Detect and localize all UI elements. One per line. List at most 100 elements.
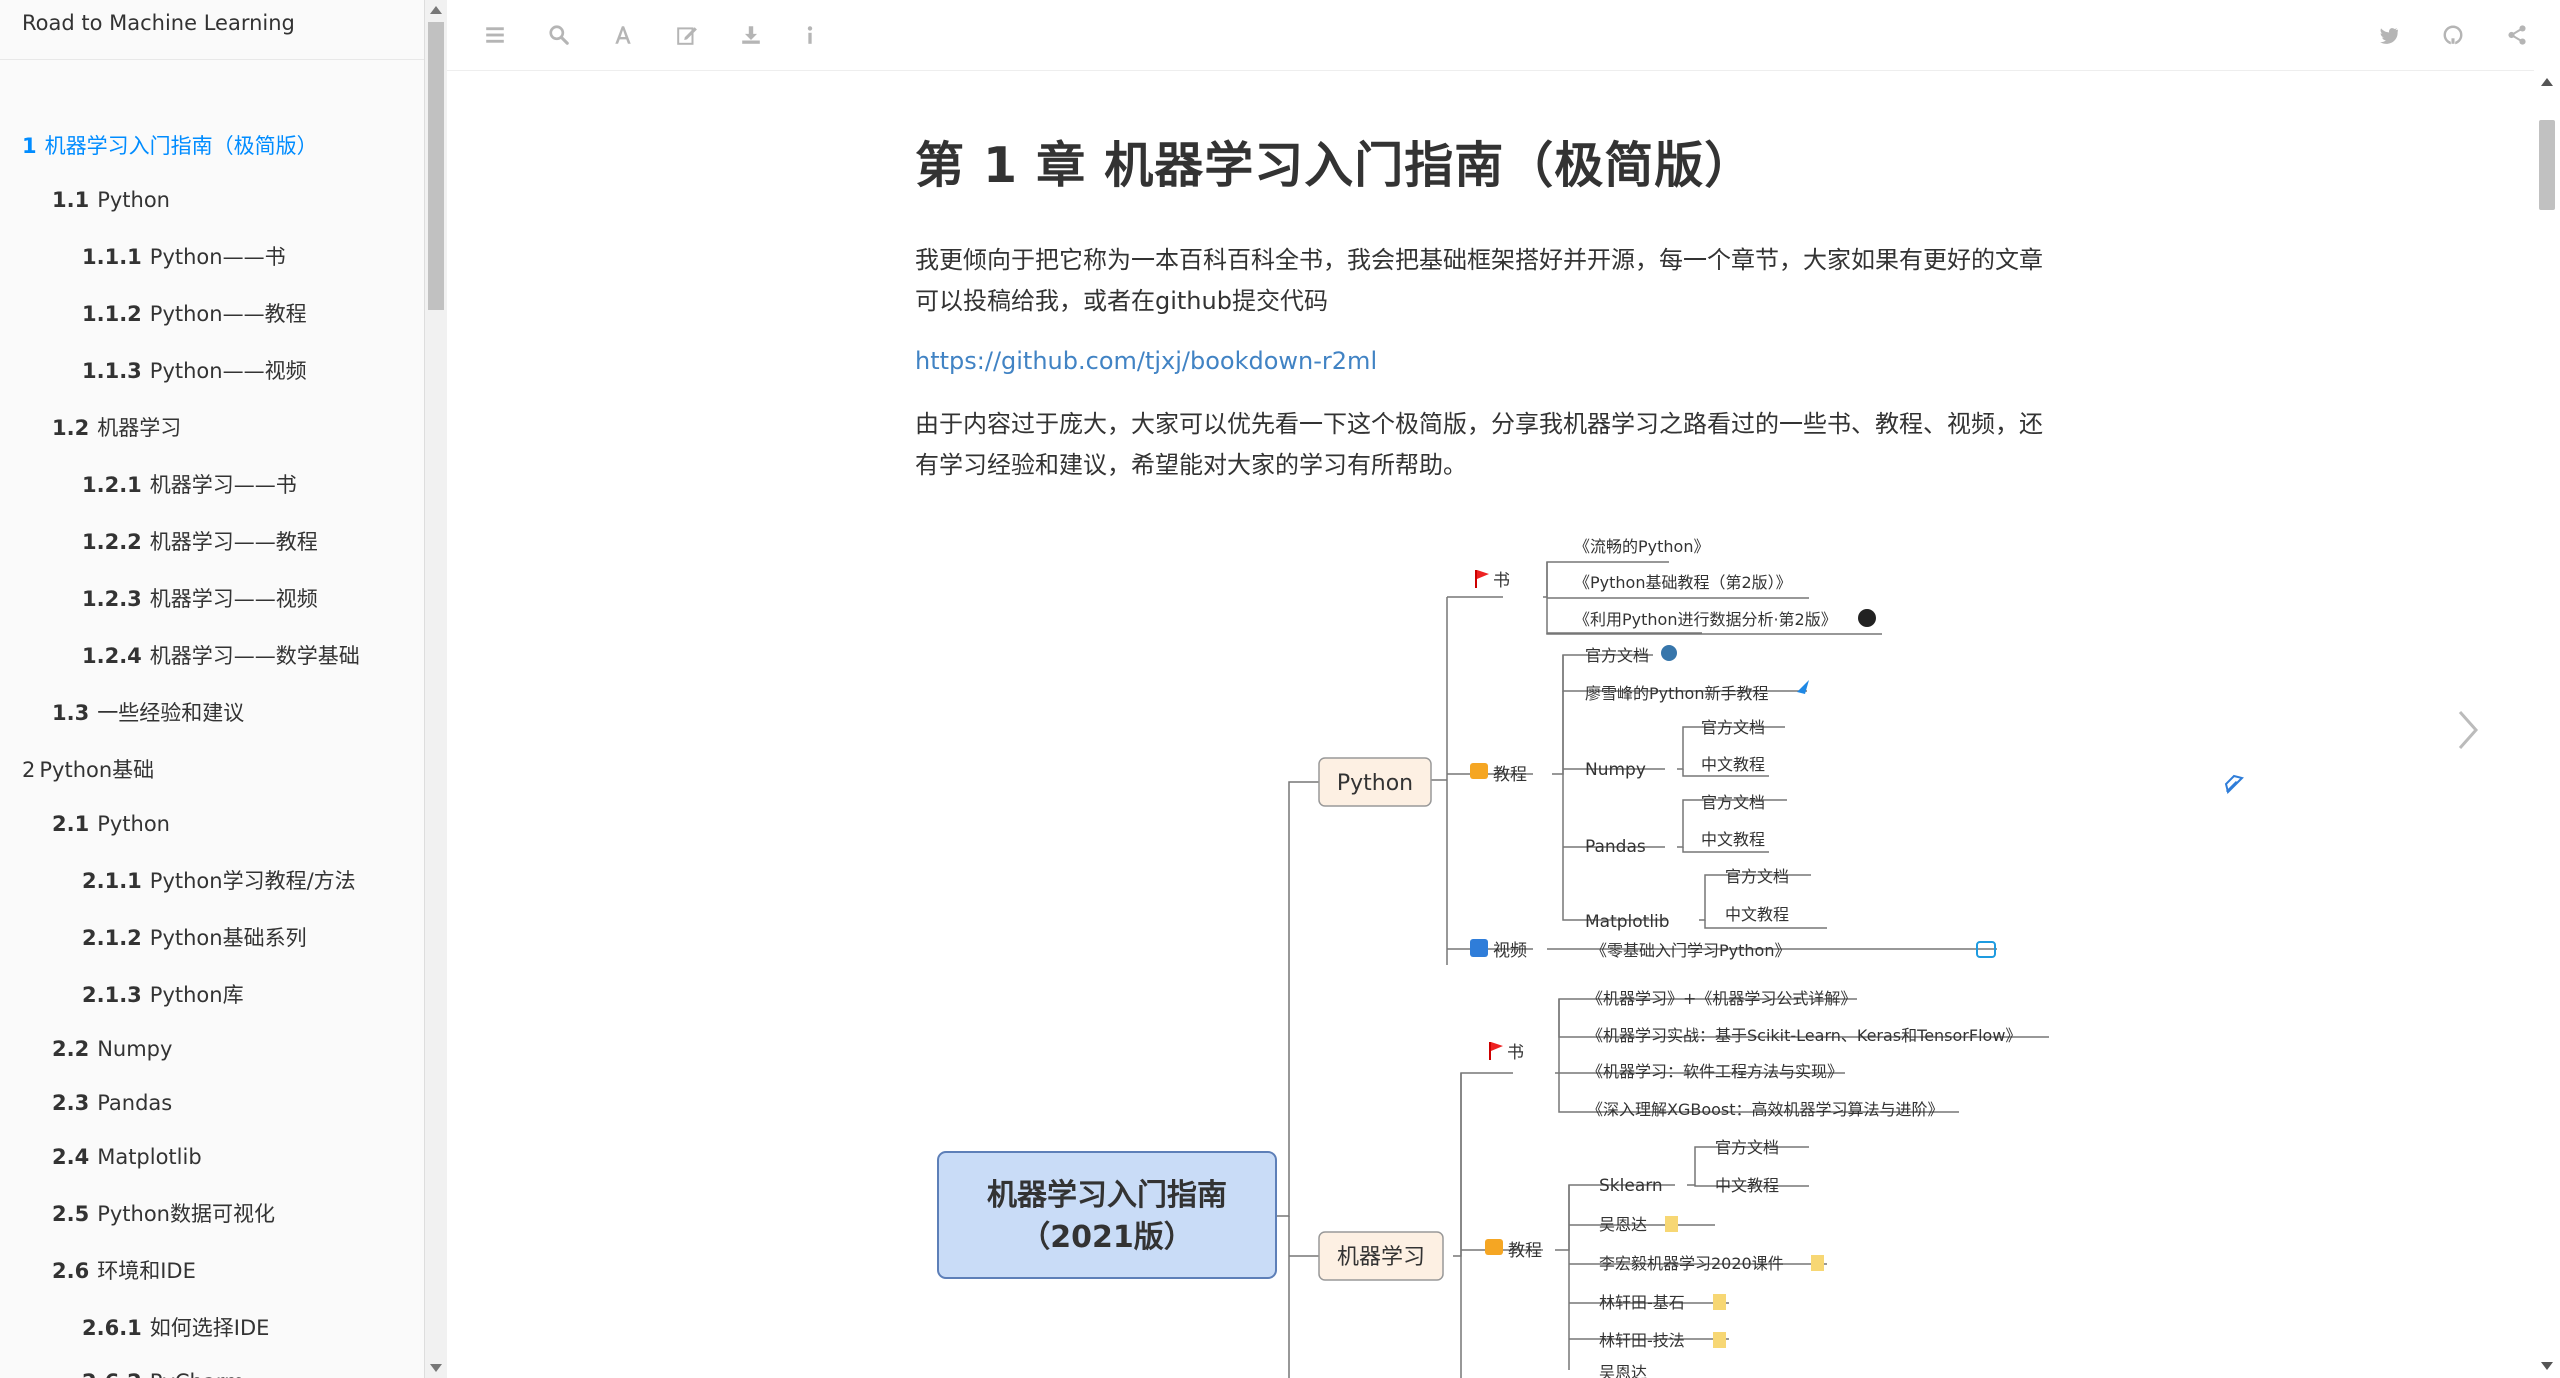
- tutorial-icon: [1470, 763, 1488, 779]
- scroll-up-arrow-icon[interactable]: [2541, 78, 2553, 86]
- flag-icon: [1475, 570, 1489, 588]
- toc-item-1-2-3[interactable]: 1.2.3 机器学习——视频: [0, 585, 318, 613]
- toc-item-2-5[interactable]: 2.5 Python数据可视化: [0, 1200, 275, 1228]
- toc-label: Python: [97, 188, 170, 212]
- mindmap-root-node: [937, 1151, 1277, 1279]
- toc-item-2-1-3[interactable]: 2.1.3 Python库: [0, 981, 244, 1009]
- python-logo-icon: [1661, 645, 1677, 661]
- toc-item-1-1-1[interactable]: 1.1.1 Python——书: [0, 243, 286, 271]
- toc-item-2-4[interactable]: 2.4 Matplotlib: [0, 1143, 202, 1171]
- twitter-button[interactable]: [2373, 19, 2405, 51]
- toc-label: 机器学习——书: [149, 473, 297, 497]
- toc-item-1-2-4[interactable]: 1.2.4 机器学习——数学基础: [0, 642, 360, 670]
- toc-number: 1.1.1: [82, 245, 142, 269]
- toc-number: 1: [22, 134, 37, 158]
- mindmap-ml-book-1: 《机器学习》+《机器学习公式详解》: [1587, 989, 1856, 1008]
- flag-icon: [1489, 1042, 1503, 1060]
- scroll-up-arrow-icon[interactable]: [430, 6, 442, 14]
- toc-label: Numpy: [97, 1037, 173, 1061]
- menu-icon: [486, 27, 504, 43]
- mindmap-pandas-cn: 中文教程: [1701, 830, 1765, 849]
- mindmap-numpy-cn: 中文教程: [1701, 755, 1765, 774]
- toc-label: Python——视频: [149, 359, 307, 383]
- main-scrollbar[interactable]: [2534, 70, 2560, 1378]
- mindmap-ml-tutorial-label: 教程: [1508, 1241, 1542, 1261]
- mindmap-ml-tut-4: 林轩田-技法: [1599, 1331, 1685, 1350]
- mindmap-root-title: 机器学习入门指南: [987, 1178, 1227, 1213]
- scroll-down-arrow-icon[interactable]: [430, 1364, 442, 1372]
- search-icon: [549, 25, 569, 45]
- font-icon: [615, 26, 631, 44]
- toc-item-1[interactable]: 1 机器学习入门指南（极简版）: [0, 132, 318, 160]
- toc-item-2-6[interactable]: 2.6 环境和IDE: [0, 1257, 196, 1285]
- mindmap-py-book-1: 《流畅的Python》: [1574, 537, 1709, 556]
- mindmap-ml-book-label: 书: [1507, 1043, 1524, 1063]
- toc-label: 一些经验和建议: [97, 701, 245, 725]
- toc-label: Python——教程: [149, 302, 307, 326]
- toc-item-2-1[interactable]: 2.1 Python: [0, 810, 170, 838]
- toc-label: 机器学习入门指南（极简版）: [44, 134, 318, 158]
- toc-item-1-2-2[interactable]: 1.2.2 机器学习——教程: [0, 528, 318, 556]
- download-icon: [742, 26, 760, 44]
- document-icon: [1713, 1294, 1726, 1310]
- github-button[interactable]: [2437, 19, 2469, 51]
- toc-item-1-1-2[interactable]: 1.1.2 Python——教程: [0, 300, 307, 328]
- toc-item-2-1-2[interactable]: 2.1.2 Python基础系列: [0, 924, 307, 952]
- toc-item-2[interactable]: 2 Python基础: [0, 756, 154, 784]
- share-button[interactable]: [2501, 19, 2533, 51]
- mindmap-py-liao: 廖雪峰的Python新手教程: [1585, 684, 1768, 703]
- toc-item-2-6-2[interactable]: 2.6.2 PyCharm: [0, 1368, 244, 1378]
- sidebar-scrollbar[interactable]: [424, 0, 447, 1378]
- toc-number: 1.2.3: [82, 587, 142, 611]
- book-title[interactable]: Road to Machine Learning: [0, 0, 424, 60]
- github-icon: [1858, 609, 1876, 627]
- toc-item-1-3[interactable]: 1.3 一些经验和建议: [0, 699, 244, 727]
- toc-label: Python库: [149, 983, 244, 1007]
- mindmap-py-video: 《零基础入门学习Python》: [1591, 941, 1790, 960]
- document-icon: [1811, 1255, 1824, 1271]
- edit-button[interactable]: [671, 19, 703, 51]
- toc-label: Matplotlib: [97, 1145, 202, 1169]
- mindmap-py-video-label: 视频: [1493, 941, 1527, 961]
- mindmap-sklearn-official: 官方文档: [1715, 1138, 1779, 1157]
- toc-number: 2.1: [52, 812, 90, 836]
- toc-item-1-2-1[interactable]: 1.2.1 机器学习——书: [0, 471, 297, 499]
- info-icon: [807, 26, 813, 44]
- toc-number: 1.2: [52, 416, 90, 440]
- toc-label: Python基础系列: [149, 926, 307, 950]
- toc-number: 2.2: [52, 1037, 90, 1061]
- download-button[interactable]: [735, 19, 767, 51]
- toc-number: 2.6.2: [82, 1370, 142, 1378]
- toc-number: 2.6.1: [82, 1316, 142, 1340]
- mindmap-numpy-official: 官方文档: [1701, 718, 1765, 737]
- next-page-button[interactable]: [2448, 700, 2488, 760]
- mindmap-py-book-3: 《利用Python进行数据分析·第2版》: [1574, 610, 1837, 629]
- rocket-icon: [1797, 680, 1809, 694]
- toc-number: 2.6: [52, 1259, 90, 1283]
- menu-button[interactable]: [479, 19, 511, 51]
- search-button[interactable]: [543, 19, 575, 51]
- toc-number: 1.2.2: [82, 530, 142, 554]
- sidebar-scroll-thumb[interactable]: [428, 22, 444, 310]
- font-settings-button[interactable]: [607, 19, 639, 51]
- toc-item-2-2[interactable]: 2.2 Numpy: [0, 1035, 172, 1063]
- document-icon: [1665, 1216, 1678, 1232]
- mindmap-py-book-label: 书: [1493, 571, 1510, 591]
- toc-item-2-6-1[interactable]: 2.6.1 如何选择IDE: [0, 1314, 269, 1342]
- toc-item-1-1-3[interactable]: 1.1.3 Python——视频: [0, 357, 307, 385]
- table-of-contents: 1 机器学习入门指南（极简版） 1.1 Python 1.1.1 Python——书 …: [0, 60, 424, 1378]
- github-icon: [2443, 25, 2463, 45]
- toc-item-2-3[interactable]: 2.3 Pandas: [0, 1089, 172, 1117]
- toc-number: 1.1.3: [82, 359, 142, 383]
- info-button[interactable]: [794, 19, 826, 51]
- main-scroll-thumb[interactable]: [2539, 120, 2555, 210]
- toc-label: 机器学习——数学基础: [149, 644, 360, 668]
- mindmap-sklearn-cn: 中文教程: [1715, 1176, 1779, 1195]
- toc-item-2-1-1[interactable]: 2.1.1 Python学习教程/方法: [0, 867, 356, 895]
- mindmap-py-book-2: 《Python基础教程（第2版）》: [1574, 573, 1792, 592]
- scroll-down-arrow-icon[interactable]: [2541, 1362, 2553, 1370]
- toc-item-1-1[interactable]: 1.1 Python: [0, 186, 170, 214]
- toc-item-1-2[interactable]: 1.2 机器学习: [0, 414, 181, 442]
- toc-number: 2.4: [52, 1145, 90, 1169]
- link-icons: [2224, 774, 2244, 794]
